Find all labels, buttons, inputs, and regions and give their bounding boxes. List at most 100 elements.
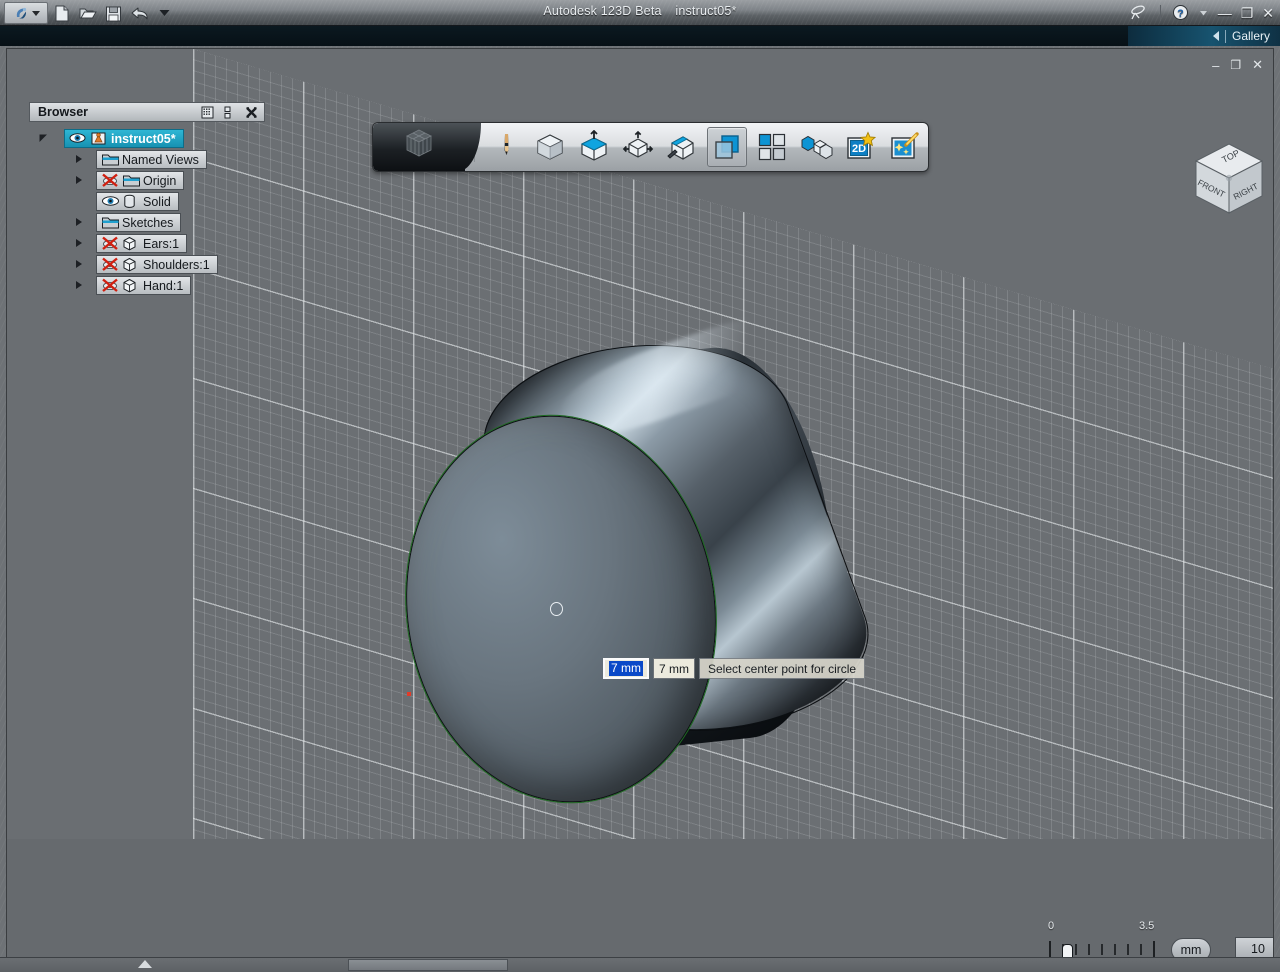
toolbar-divider bbox=[928, 132, 929, 162]
toolbar-logo-cap[interactable] bbox=[373, 123, 481, 171]
eye-hidden-icon[interactable] bbox=[101, 173, 118, 188]
circle-cursor-icon bbox=[550, 602, 563, 616]
primitives-tool-button[interactable] bbox=[531, 128, 569, 166]
divider bbox=[1159, 5, 1161, 21]
expander-expanded-icon[interactable] bbox=[37, 132, 50, 145]
expander-collapsed-icon[interactable] bbox=[73, 258, 86, 271]
eye-icon[interactable] bbox=[101, 194, 119, 209]
tree-row[interactable]: Named Views bbox=[29, 149, 265, 170]
tree-row[interactable]: Solid bbox=[29, 191, 265, 212]
divider bbox=[1224, 29, 1226, 43]
dimension-input-2-value: 7 mm bbox=[659, 661, 689, 676]
browser-header-buttons bbox=[201, 106, 264, 119]
minimize-button[interactable]: — bbox=[1218, 6, 1232, 20]
close-button[interactable]: ✕ bbox=[1262, 6, 1274, 20]
window-controls: ? — ❐ ✕ bbox=[1129, 3, 1274, 23]
share-icon[interactable] bbox=[1129, 4, 1149, 22]
tree-row[interactable]: Ears:1 bbox=[29, 233, 265, 254]
cube-icon bbox=[122, 236, 139, 251]
eye-hidden-icon[interactable] bbox=[101, 236, 118, 251]
tree-row[interactable]: Shoulders:1 bbox=[29, 254, 265, 275]
browser-close-icon[interactable] bbox=[245, 106, 258, 119]
inner-minimize-button[interactable]: – bbox=[1212, 58, 1219, 73]
title-bar: Autodesk 123D Beta instruct05* ? — ❐ ✕ bbox=[0, 0, 1280, 26]
tree-node-label: Hand:1 bbox=[143, 278, 184, 293]
main-toolbar: 2D bbox=[372, 122, 929, 172]
dimension-input-bar: 7 mm 7 mm Select center point for circle bbox=[603, 658, 866, 679]
eye-hidden-icon[interactable] bbox=[101, 257, 118, 272]
restore-button[interactable]: ❐ bbox=[1241, 6, 1254, 20]
tree-node-label: Named Views bbox=[122, 152, 199, 167]
horizontal-scrollbar[interactable] bbox=[0, 957, 1280, 972]
dimension-input-1[interactable]: 7 mm bbox=[603, 658, 649, 679]
gallery-bar: Gallery bbox=[0, 26, 1280, 46]
eye-hidden-icon[interactable] bbox=[101, 278, 118, 293]
pattern-tool-button[interactable] bbox=[753, 128, 791, 166]
tree-node-solid[interactable]: Solid bbox=[96, 192, 179, 211]
gallery-collapse-icon[interactable] bbox=[1212, 31, 1219, 41]
tree-node-origin[interactable]: Origin bbox=[96, 171, 185, 190]
dimension-input-2[interactable]: 7 mm bbox=[653, 658, 695, 679]
window-title: Autodesk 123D Beta instruct05* bbox=[0, 4, 1280, 18]
ruler-max-label: 3.5 bbox=[1139, 920, 1155, 932]
tree-row[interactable]: Sketches bbox=[29, 212, 265, 233]
scrollbar-resize-grip[interactable] bbox=[138, 960, 152, 968]
assemble-tool-button[interactable] bbox=[797, 128, 835, 166]
expander-collapsed-icon[interactable] bbox=[73, 153, 86, 166]
tree-node-sketches[interactable]: Sketches bbox=[96, 213, 182, 232]
tree-row[interactable]: Origin bbox=[29, 170, 265, 191]
scale-ruler-widget: 0 3.5 0.5 mm 10 bbox=[1041, 917, 1273, 959]
eye-icon[interactable] bbox=[69, 131, 86, 146]
view-cube[interactable]: TOP FRONT RIGHT bbox=[1190, 141, 1268, 223]
browser-filter-icon[interactable] bbox=[201, 106, 214, 119]
cube-icon bbox=[122, 257, 139, 272]
help-icon[interactable]: ? bbox=[1172, 4, 1189, 23]
expander-collapsed-icon[interactable] bbox=[73, 237, 86, 250]
svg-text:?: ? bbox=[1177, 7, 1183, 19]
application-window: Autodesk 123D Beta instruct05* ? — ❐ ✕ G… bbox=[0, 0, 1280, 972]
expander-collapsed-icon[interactable] bbox=[73, 216, 86, 229]
sketch-tool-button[interactable] bbox=[487, 128, 525, 166]
tree-node-ears[interactable]: Ears:1 bbox=[96, 234, 188, 253]
inner-restore-button[interactable]: ❐ bbox=[1230, 58, 1241, 72]
tree-node-label: Ears:1 bbox=[143, 236, 180, 251]
drawing-2d-button[interactable]: 2D bbox=[841, 128, 879, 166]
combine-tool-button[interactable] bbox=[663, 128, 701, 166]
effects-tool-button[interactable] bbox=[885, 128, 923, 166]
tree-node-shoulders[interactable]: Shoulders:1 bbox=[96, 255, 218, 274]
app-cube-logo-icon bbox=[400, 126, 438, 169]
tree-node-label: Shoulders:1 bbox=[143, 257, 210, 272]
expander-collapsed-icon[interactable] bbox=[73, 174, 86, 187]
gallery-label: Gallery bbox=[1231, 29, 1270, 43]
cube-icon bbox=[122, 278, 139, 293]
tree-node-hand[interactable]: Hand:1 bbox=[96, 276, 192, 295]
construct-tool-button[interactable] bbox=[575, 128, 613, 166]
tree-row[interactable]: Hand:1 bbox=[29, 275, 265, 296]
tree-row[interactable]: instruct05* bbox=[29, 128, 265, 149]
folder-icon bbox=[122, 173, 140, 188]
tree-node-label: Origin bbox=[143, 173, 177, 188]
browser-dock-icon[interactable] bbox=[223, 106, 236, 119]
scrollbar-thumb[interactable] bbox=[348, 959, 508, 971]
inner-close-button[interactable]: ✕ bbox=[1252, 57, 1263, 73]
inner-window-controls: – ❐ ✕ bbox=[1212, 57, 1263, 73]
solid-icon bbox=[122, 194, 139, 209]
cylinder-solid[interactable] bbox=[380, 298, 896, 824]
dimension-input-1-value: 7 mm bbox=[609, 661, 643, 676]
help-chevron-down-icon[interactable] bbox=[1198, 6, 1209, 20]
modify-tool-button[interactable] bbox=[619, 128, 657, 166]
tree-node-label: Sketches bbox=[122, 215, 174, 230]
expander-collapsed-icon[interactable] bbox=[73, 279, 86, 292]
origin-point-marker bbox=[407, 692, 411, 696]
tree-node-named-views[interactable]: Named Views bbox=[96, 150, 207, 169]
browser-tree: instruct05* Named Views Origin Solid Ske… bbox=[29, 128, 265, 296]
ruler-min-label: 0 bbox=[1048, 920, 1055, 932]
3d-viewport[interactable]: Browser instruct05* Named Views Origin S… bbox=[6, 48, 1274, 960]
gallery-tab[interactable]: Gallery bbox=[1128, 26, 1280, 46]
browser-panel: Browser instruct05* Named Views Origin S… bbox=[29, 102, 265, 296]
document-title: instruct05* bbox=[675, 4, 737, 18]
tree-node-instruct05[interactable]: instruct05* bbox=[64, 129, 184, 148]
grouping-tool-button[interactable] bbox=[707, 127, 747, 167]
folder-icon bbox=[101, 152, 119, 167]
tree-node-label: instruct05* bbox=[111, 131, 176, 146]
